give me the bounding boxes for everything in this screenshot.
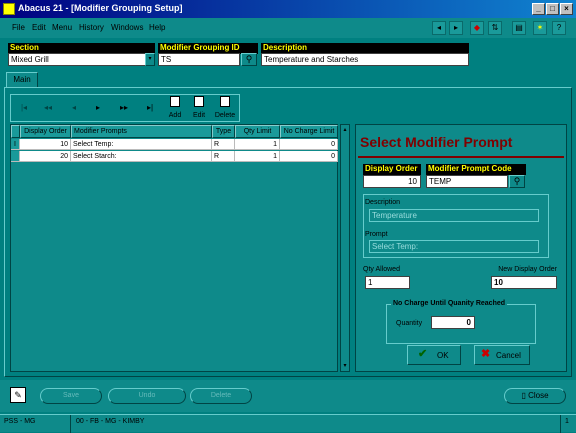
ok-button-label: OK xyxy=(437,351,449,360)
vertical-scrollbar[interactable]: ▴ ▾ xyxy=(340,124,350,372)
status-divider xyxy=(560,415,561,433)
display-order-label: Display Order xyxy=(363,164,421,175)
arrows-icon[interactable]: ⇅ xyxy=(488,21,502,35)
status-section: PSS - MG xyxy=(4,418,36,425)
menu-history[interactable]: History xyxy=(79,23,104,32)
column-header-display-order[interactable]: Display Order xyxy=(20,125,71,138)
cell-display-order[interactable]: 10 xyxy=(20,139,71,150)
edit-icon[interactable] xyxy=(194,96,204,107)
undo-button[interactable]: Undo xyxy=(108,388,186,404)
new-display-order-label: New Display Order xyxy=(498,266,557,273)
check-icon: ✔ xyxy=(418,348,428,360)
app-icon xyxy=(3,3,15,15)
row-indicator-header xyxy=(11,125,20,138)
first-record-icon[interactable]: |◂ xyxy=(16,103,32,112)
section-dropdown-icon[interactable]: ▾ xyxy=(145,53,155,66)
table-row-indicator[interactable]: I xyxy=(11,139,20,150)
menu-file[interactable]: File xyxy=(12,23,25,32)
status-location: 00 - FB - MG - KIMBY xyxy=(76,418,145,425)
quantity-input[interactable]: 0 xyxy=(431,316,475,329)
qty-allowed-input[interactable]: 1 xyxy=(365,276,410,289)
cell-modifier-prompt[interactable]: Select Temp: xyxy=(71,139,212,150)
maximize-button[interactable]: □ xyxy=(546,3,559,15)
close-window-button[interactable]: × xyxy=(560,3,573,15)
panel-divider xyxy=(358,156,564,158)
window-title: Abacus 21 - [Modifier Grouping Setup] xyxy=(18,3,183,13)
menu-menu[interactable]: Menu xyxy=(52,23,72,32)
menu-help[interactable]: Help xyxy=(149,23,165,32)
menu-windows[interactable]: Windows xyxy=(111,23,143,32)
description-caption: Description xyxy=(365,199,401,206)
exit-icon[interactable]: ✶ xyxy=(533,21,547,35)
prompt-text-field: Select Temp: xyxy=(369,240,539,253)
status-bar: PSS - MG 00 - FB - MG - KIMBY 1 xyxy=(0,414,576,433)
new-display-order-input[interactable]: 10 xyxy=(491,276,557,289)
add-button[interactable]: Add xyxy=(162,112,188,119)
cell-display-order[interactable]: 20 xyxy=(20,151,71,162)
save-label: Save xyxy=(63,392,79,399)
edit-button[interactable]: Edit xyxy=(186,112,212,119)
column-header-modifier-prompts[interactable]: Modifier Prompts xyxy=(71,125,212,138)
cell-qty-limit[interactable]: 1 xyxy=(235,151,280,162)
prompt-code-label: Modifier Prompt Code xyxy=(426,164,526,175)
cell-type[interactable]: R xyxy=(212,151,235,162)
panel-title: Select Modifier Prompt xyxy=(360,134,513,150)
prompt-caption: Prompt xyxy=(365,231,388,238)
add-icon[interactable] xyxy=(170,96,180,107)
save-button[interactable]: Save xyxy=(40,388,102,404)
close-label: Close xyxy=(528,391,549,400)
prompt-description-field: Temperature xyxy=(369,209,539,222)
prev-page-icon[interactable]: ◂◂ xyxy=(40,103,56,112)
cell-qty-limit[interactable]: 1 xyxy=(235,139,280,150)
delete-record-button[interactable]: Delete xyxy=(190,388,252,404)
column-header-no-charge-limit[interactable]: No Charge Limit xyxy=(280,125,338,138)
scroll-down-icon[interactable]: ▾ xyxy=(341,361,349,371)
column-header-type[interactable]: Type xyxy=(212,125,235,138)
delete-label: Delete xyxy=(210,392,232,399)
title-bar: Abacus 21 - [Modifier Grouping Setup] _ … xyxy=(0,0,576,18)
menu-edit[interactable]: Edit xyxy=(32,23,46,32)
section-select[interactable]: Mixed Grill xyxy=(8,53,146,66)
cancel-button-label: Cancel xyxy=(496,351,521,360)
search-icon[interactable]: ⚲ xyxy=(241,53,257,66)
undo-label: Undo xyxy=(138,392,156,399)
table-row-indicator[interactable] xyxy=(11,151,20,162)
qty-allowed-label: Qty Allowed xyxy=(363,266,400,273)
cell-type[interactable]: R xyxy=(212,139,235,150)
prev-record-icon[interactable]: ◂ xyxy=(66,103,82,112)
next-record-icon[interactable]: ▸ xyxy=(90,103,106,112)
status-divider xyxy=(70,415,71,433)
scroll-up-icon[interactable]: ▴ xyxy=(341,125,349,135)
gem-icon[interactable]: ◆ xyxy=(470,21,484,35)
arrow-left-icon[interactable]: ◂ xyxy=(432,21,446,35)
arrow-right-icon[interactable]: ▸ xyxy=(449,21,463,35)
cell-no-charge-limit[interactable]: 0 xyxy=(280,151,338,162)
cell-no-charge-limit[interactable]: 0 xyxy=(280,139,338,150)
prompts-grid: Display Order Modifier Prompts Type Qty … xyxy=(10,124,338,372)
notes-icon[interactable]: ✎ xyxy=(10,387,26,403)
calculator-icon[interactable]: ▤ xyxy=(512,21,526,35)
delete-button[interactable]: Delete xyxy=(210,112,240,119)
no-charge-group-label: No Charge Until Quanity Reached xyxy=(391,300,508,307)
cancel-x-icon: ✖ xyxy=(481,348,491,360)
delete-icon[interactable] xyxy=(220,96,230,107)
close-button[interactable]: ▯ Close xyxy=(504,388,566,404)
help-icon[interactable]: ? xyxy=(552,21,566,35)
quantity-label: Quantity xyxy=(396,320,423,327)
status-page: 1 xyxy=(565,418,569,425)
last-record-icon[interactable]: ▸| xyxy=(142,103,158,112)
display-order-input[interactable]: 10 xyxy=(363,175,421,188)
description-input[interactable]: Temperature and Starches xyxy=(261,53,469,66)
minimize-button[interactable]: _ xyxy=(532,3,545,15)
ok-button[interactable] xyxy=(407,345,461,365)
prompt-code-search-icon[interactable]: ⚲ xyxy=(509,175,525,188)
tab-main[interactable]: Main xyxy=(6,72,38,88)
next-page-icon[interactable]: ▸▸ xyxy=(116,103,132,112)
cell-modifier-prompt[interactable]: Select Starch: xyxy=(71,151,212,162)
group-id-input[interactable]: TS xyxy=(158,53,240,66)
column-header-qty-limit[interactable]: Qty Limit xyxy=(235,125,280,138)
prompt-code-input[interactable]: TEMP xyxy=(426,175,508,188)
select-prompt-panel: Select Modifier Prompt Display Order 10 … xyxy=(355,124,567,372)
